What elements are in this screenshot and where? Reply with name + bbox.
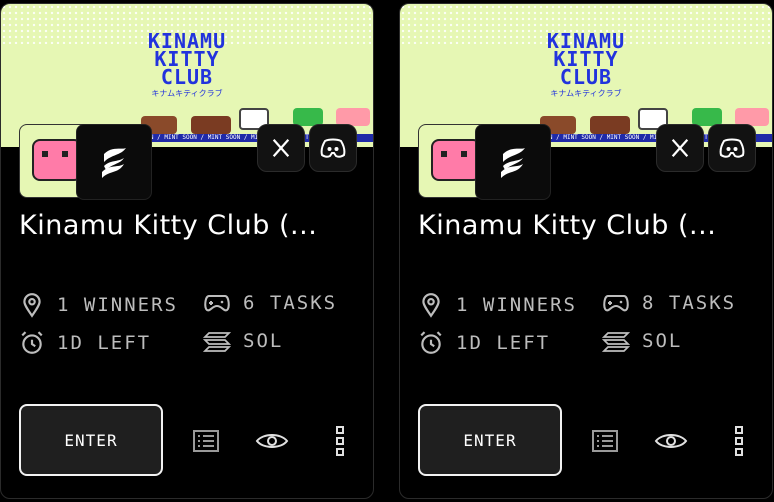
collection-name: Kinamu Kitty Club (...: [19, 210, 318, 241]
list-icon[interactable]: [189, 424, 223, 458]
banner-title: KINAMU KITTY CLUB: [546, 29, 626, 89]
gamepad-icon: [204, 295, 230, 312]
alarm-clock-icon: [420, 331, 442, 354]
more-vertical-icon[interactable]: [323, 424, 357, 458]
location-pin-icon: [23, 293, 41, 318]
gamepad-icon: [603, 295, 629, 312]
collection-name: Kinamu Kitty Club (...: [418, 210, 717, 241]
winners-stat: 1 WINNERS: [19, 292, 178, 318]
discord-icon[interactable]: [708, 124, 756, 172]
x-logo-icon[interactable]: [257, 124, 305, 172]
tasks-stat: 8 TASKS: [602, 292, 736, 314]
raffle-card[interactable]: KINAMU KITTY CLUB キナムキティクラブ MINT SOON / …: [399, 3, 773, 499]
solana-icon: [602, 332, 630, 352]
solana-logo-icon: [76, 124, 152, 200]
banner-subtitle: キナムキティクラブ: [151, 89, 223, 98]
solana-logo-icon: [475, 124, 551, 200]
solana-icon: [203, 332, 231, 352]
list-icon[interactable]: [588, 424, 622, 458]
discord-icon[interactable]: [309, 124, 357, 172]
location-pin-icon: [422, 293, 440, 318]
x-logo-icon[interactable]: [656, 124, 704, 172]
enter-button[interactable]: ENTER: [418, 404, 562, 476]
chain-stat: SOL: [203, 330, 283, 352]
winners-stat: 1 WINNERS: [418, 292, 577, 318]
eye-icon[interactable]: [255, 424, 289, 458]
tasks-stat: 6 TASKS: [203, 292, 337, 314]
banner-title: KINAMU KITTY CLUB: [147, 29, 227, 89]
banner-subtitle: キナムキティクラブ: [550, 89, 622, 98]
alarm-clock-icon: [21, 331, 43, 354]
time-left-stat: 1D LEFT: [19, 330, 151, 356]
chain-stat: SOL: [602, 330, 682, 352]
time-left-stat: 1D LEFT: [418, 330, 550, 356]
eye-icon[interactable]: [654, 424, 688, 458]
enter-button[interactable]: ENTER: [19, 404, 163, 476]
raffle-card[interactable]: KINAMU KITTY CLUB キナムキティクラブ MINT SOON / …: [0, 3, 374, 499]
more-vertical-icon[interactable]: [722, 424, 756, 458]
